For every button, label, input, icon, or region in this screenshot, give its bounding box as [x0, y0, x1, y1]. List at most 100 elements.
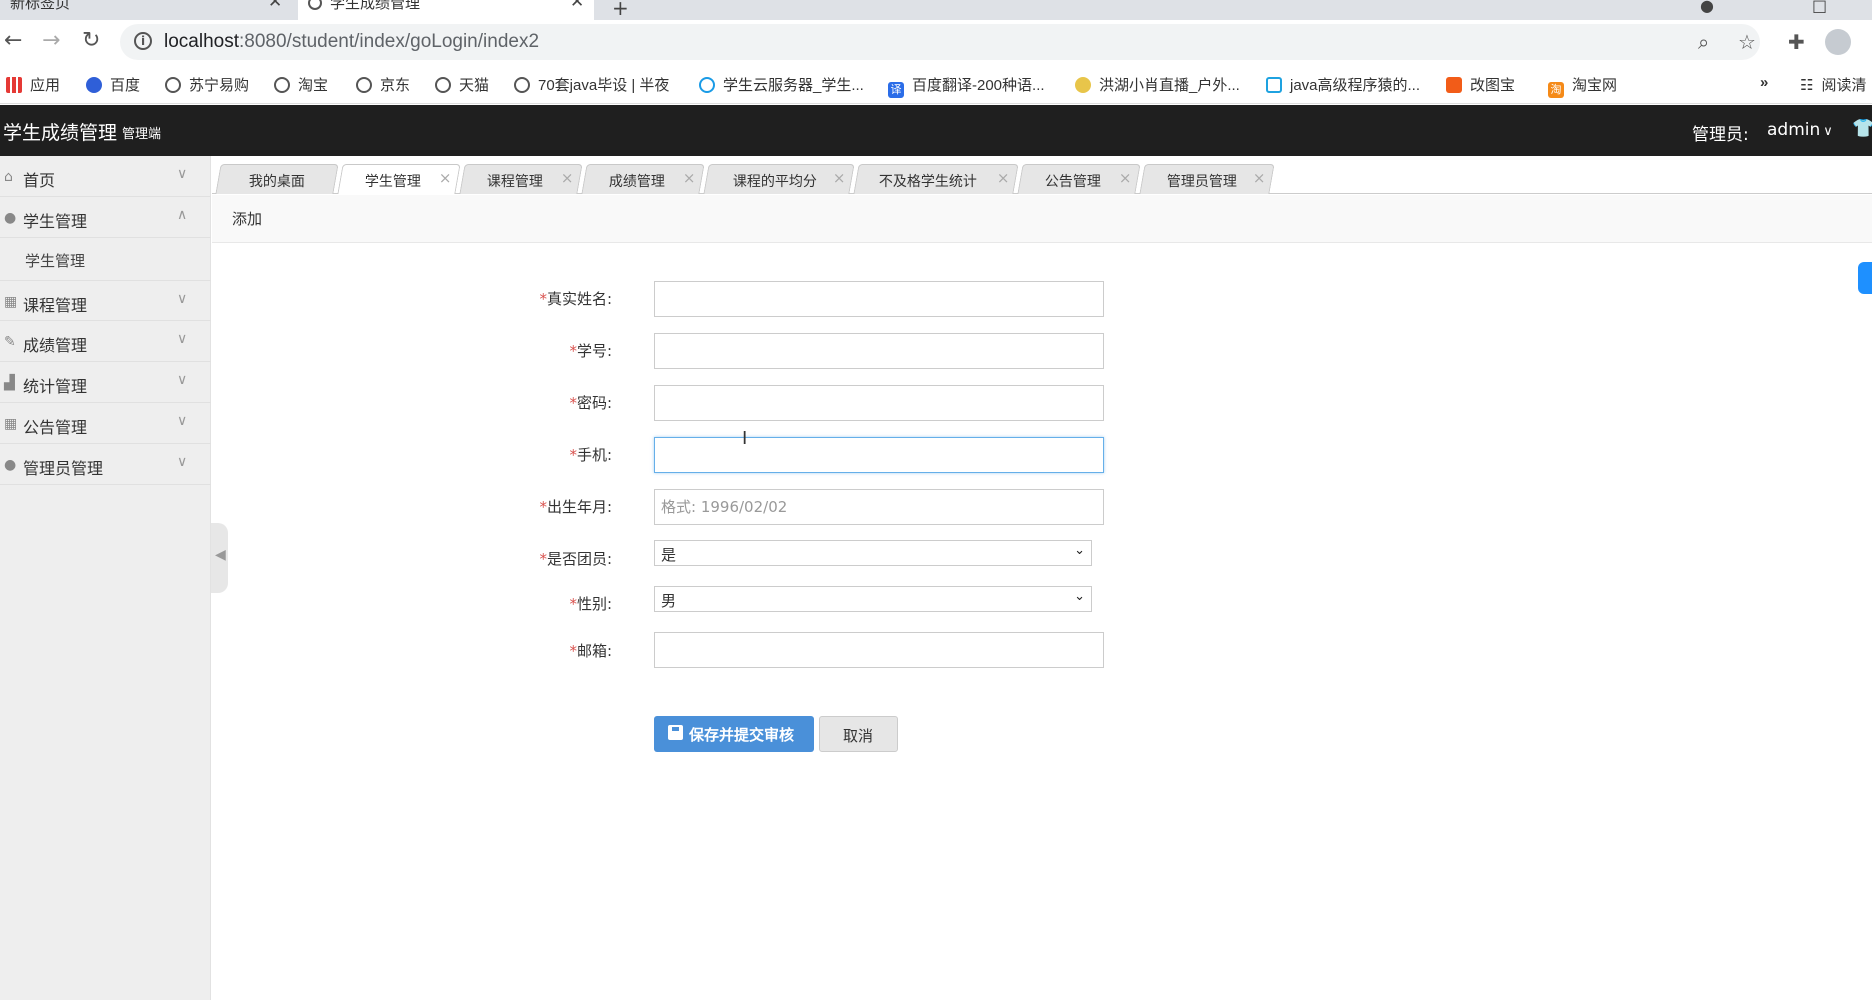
sidebar-item-home[interactable]: ⌂ 首页 ∨ — [0, 156, 211, 197]
tab-students[interactable]: 学生管理 × — [337, 164, 461, 194]
tab-failed-students[interactable]: 不及格学生统计 × — [853, 164, 1019, 194]
save-submit-button[interactable]: 保存并提交审核 — [654, 716, 814, 752]
profile-avatar-icon[interactable] — [1825, 29, 1851, 55]
back-icon[interactable]: ← — [4, 28, 22, 53]
translate-icon: 译 — [888, 82, 904, 98]
sidebar-item-label: 统计管理 — [23, 377, 88, 396]
browser-tab-active[interactable]: 学生成绩管理 ✕ — [298, 0, 594, 20]
chevron-up-icon: ∧ — [177, 207, 188, 223]
address-bar[interactable]: i localhost:8080/student/index/goLogin/i… — [120, 24, 1760, 60]
bookmark-bilibili[interactable]: java高级程序猿的... — [1266, 74, 1420, 95]
required-mark: * — [569, 642, 577, 660]
bookmark-gaitubao[interactable]: 改图宝 — [1446, 74, 1515, 95]
tab-admins[interactable]: 管理员管理 × — [1139, 164, 1275, 194]
sidebar-item-grades[interactable]: ✎ 成绩管理 ∨ — [0, 321, 211, 362]
tab-close-icon[interactable]: × — [1119, 169, 1132, 187]
window-restore-icon[interactable]: □ — [1812, 0, 1827, 15]
password-input[interactable] — [654, 385, 1104, 421]
tab-close-icon[interactable]: × — [683, 169, 696, 187]
bookmark-live[interactable]: 洪湖小肖直播_户外... — [1075, 74, 1240, 95]
bookmark-baidu[interactable]: 百度 — [86, 74, 140, 95]
sidebar-item-statistics[interactable]: ▟ 统计管理 ∨ — [0, 362, 211, 403]
bookmark-jd[interactable]: 京东 — [356, 74, 410, 95]
browser-account-icon[interactable]: ● — [1700, 0, 1714, 15]
email-input[interactable] — [654, 632, 1104, 668]
globe-icon — [356, 77, 372, 93]
tab-announcements[interactable]: 公告管理 × — [1017, 164, 1141, 194]
chevron-down-icon: ∨ — [1823, 124, 1833, 139]
paw-icon — [86, 77, 102, 93]
more-bookmarks-icon[interactable]: » — [1760, 74, 1768, 91]
required-mark: * — [569, 446, 577, 464]
league-member-select[interactable]: 是 ⌄ — [654, 540, 1092, 566]
tab-label: 我的桌面 — [248, 174, 305, 190]
bookmark-taobao[interactable]: 淘宝 — [274, 74, 328, 95]
chevron-down-icon: ∨ — [177, 454, 188, 470]
gender-select[interactable]: 男 ⌄ — [654, 586, 1092, 612]
globe-icon — [274, 77, 290, 93]
tab-close-icon[interactable]: × — [833, 169, 846, 187]
theme-shirt-icon[interactable]: 👕 — [1852, 118, 1872, 139]
sidebar-collapse-handle[interactable]: ◀ — [211, 523, 228, 593]
admin-label: 管理员: — [1692, 125, 1749, 145]
apps-icon — [6, 77, 22, 93]
phone-input[interactable] — [654, 437, 1104, 473]
email-label: *邮箱: — [412, 640, 612, 661]
bookmark-apps[interactable]: 应用 — [6, 74, 60, 95]
url-text: localhost:8080/student/index/goLogin/ind… — [164, 31, 539, 53]
tab-grades[interactable]: 成绩管理 × — [581, 164, 705, 194]
sidebar-subitem-students[interactable]: 学生管理 — [0, 239, 211, 280]
tab-close-icon[interactable]: × — [997, 169, 1010, 187]
sidebar-item-announcements[interactable]: ▦ 公告管理 ∨ — [0, 403, 211, 444]
site-info-icon[interactable]: i — [134, 32, 152, 50]
sidebar-item-admins[interactable]: ● 管理员管理 ∨ — [0, 444, 211, 485]
bookmark-java[interactable]: 70套java毕设 | 半夜 — [514, 74, 669, 95]
reload-icon[interactable]: ↻ — [82, 28, 100, 53]
select-value: 男 — [661, 592, 677, 610]
close-icon[interactable]: ✕ — [268, 0, 282, 12]
tab-close-icon[interactable]: × — [561, 169, 574, 187]
globe-icon — [514, 77, 530, 93]
required-mark: * — [539, 498, 547, 516]
tab-courses[interactable]: 课程管理 × — [459, 164, 583, 194]
admin-menu[interactable]: admin ∨ — [1767, 120, 1833, 140]
birth-input[interactable] — [654, 489, 1104, 525]
bookmark-cloud[interactable]: 学生云服务器_学生... — [699, 74, 864, 95]
app-header: 学生成绩管理 管理端 管理员: admin ∨ 👕 — [0, 105, 1872, 156]
bookmark-fanyi[interactable]: 译百度翻译-200种语... — [888, 74, 1045, 98]
new-tab-icon[interactable]: + — [612, 0, 629, 20]
bookmark-tmall[interactable]: 天猫 — [435, 74, 489, 95]
student-no-input[interactable] — [654, 333, 1104, 369]
required-mark: * — [569, 595, 577, 613]
bookmark-label: 淘宝网 — [1572, 77, 1618, 94]
chevron-down-icon: ∨ — [177, 413, 188, 429]
globe-icon — [308, 0, 322, 10]
bookmark-taobaowang[interactable]: 淘淘宝网 — [1548, 74, 1617, 98]
tab-course-average[interactable]: 课程的平均分 × — [703, 164, 855, 194]
globe-icon — [435, 77, 451, 93]
bookmark-label: 苏宁易购 — [189, 77, 250, 94]
bookmark-label: 学生云服务器_学生... — [723, 77, 864, 94]
real-name-input[interactable] — [654, 281, 1104, 317]
reading-list[interactable]: ☷ 阅读清 — [1800, 74, 1866, 95]
forward-icon[interactable]: → — [42, 28, 60, 53]
side-float-button[interactable] — [1858, 262, 1872, 294]
tab-close-icon[interactable]: × — [439, 169, 452, 187]
cancel-button[interactable]: 取消 — [819, 716, 898, 752]
button-label: 取消 — [843, 727, 874, 745]
sidebar-item-courses[interactable]: ▦ 课程管理 ∨ — [0, 280, 211, 321]
zoom-icon[interactable]: ⌕ — [1698, 30, 1709, 54]
extensions-icon[interactable]: ✚ — [1788, 30, 1805, 54]
star-icon[interactable]: ☆ — [1738, 30, 1756, 54]
taobao-icon: 淘 — [1548, 82, 1564, 98]
close-icon[interactable]: ✕ — [570, 0, 584, 12]
required-mark: * — [539, 550, 547, 568]
label-text: 密码: — [576, 394, 612, 412]
bookmark-suning[interactable]: 苏宁易购 — [165, 74, 249, 95]
tv-icon — [1266, 77, 1282, 93]
sidebar: ⌂ 首页 ∨ ● 学生管理 ∧ 学生管理 ▦ 课程管理 ∨ ✎ 成绩管理 ∨ ▟… — [0, 156, 211, 1000]
browser-tab-newtab[interactable]: 新标签页 ✕ — [0, 0, 290, 12]
tab-desktop[interactable]: 我的桌面 — [215, 164, 339, 194]
sidebar-item-students[interactable]: ● 学生管理 ∧ — [0, 197, 211, 238]
tab-close-icon[interactable]: × — [1253, 169, 1266, 187]
